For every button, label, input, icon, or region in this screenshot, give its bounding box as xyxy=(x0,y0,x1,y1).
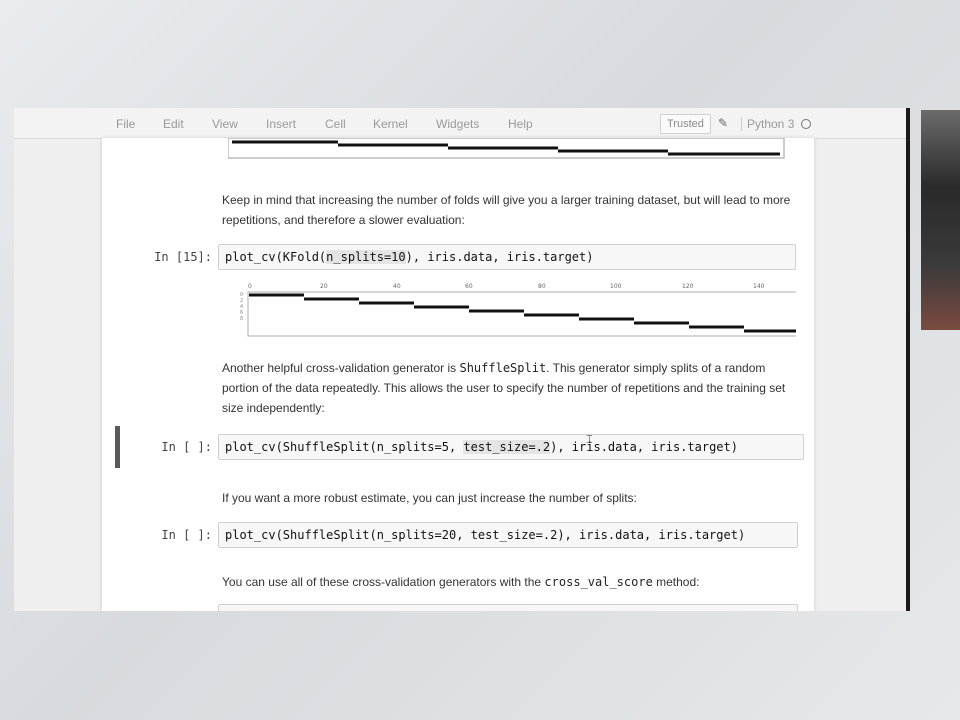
menu-file[interactable]: File xyxy=(116,117,135,131)
code-cell-partial[interactable] xyxy=(218,604,798,611)
code-text: plot_cv(ShuffleSplit(n_splits=5, xyxy=(225,440,464,454)
kernel-name: Python 3 xyxy=(741,117,794,131)
code-highlight: n_splits=10 xyxy=(326,250,406,264)
pencil-icon[interactable]: ✎ xyxy=(718,116,728,130)
tick-label: 60 xyxy=(465,283,473,290)
mouse-cursor-icon: ⌶ xyxy=(586,434,593,446)
kernel-status-icon xyxy=(801,119,811,129)
code-text: plot_cv(KFold( xyxy=(225,250,327,264)
inline-code: cross_val_score xyxy=(544,575,653,589)
notebook-container: Keep in mind that increasing the number … xyxy=(102,138,814,611)
menu-bar: File Edit View Insert Cell Kernel Widget… xyxy=(14,108,910,139)
code-text: ), iris.data, iris.target) xyxy=(405,250,594,264)
cell-prompt: In [ ]: xyxy=(161,528,212,542)
previous-plot xyxy=(228,138,785,159)
cell-prompt: In [ ]: xyxy=(161,440,212,454)
jupyter-window: File Edit View Insert Cell Kernel Widget… xyxy=(14,108,910,611)
svg-text:8: 8 xyxy=(240,316,243,322)
tick-label: 0 xyxy=(248,283,252,290)
tick-label: 140 xyxy=(753,283,765,290)
md-text: method: xyxy=(652,575,700,589)
code-cell-kfold[interactable]: plot_cv(KFold(n_splits=10), iris.data, i… xyxy=(218,244,796,270)
tick-label: 120 xyxy=(682,283,694,290)
tick-label: 20 xyxy=(320,283,328,290)
kfold-plot: 0 20 40 60 80 100 120 140 024 68 xyxy=(240,283,796,337)
code-highlight: test_size=.2 xyxy=(463,440,551,454)
markdown-shufflesplit-note: Another helpful cross-validation generat… xyxy=(222,358,802,418)
tick-label: 80 xyxy=(538,283,546,290)
inline-code: ShuffleSplit xyxy=(459,361,547,375)
menu-insert[interactable]: Insert xyxy=(266,117,296,131)
window-edge xyxy=(906,108,910,611)
menu-widgets[interactable]: Widgets xyxy=(436,117,479,131)
menu-kernel[interactable]: Kernel xyxy=(373,117,408,131)
menu-edit[interactable]: Edit xyxy=(163,117,184,131)
tick-label: 40 xyxy=(393,283,401,290)
menu-view[interactable]: View xyxy=(212,117,238,131)
markdown-cross-val-note: You can use all of these cross-validatio… xyxy=(222,572,802,592)
menu-cell[interactable]: Cell xyxy=(325,117,346,131)
md-text: Another helpful cross-validation generat… xyxy=(222,361,460,375)
side-photo xyxy=(921,110,960,330)
markdown-robust-note: If you want a more robust estimate, you … xyxy=(222,491,637,505)
code-cell-shufflesplit[interactable]: plot_cv(ShuffleSplit(n_splits=5, test_si… xyxy=(218,434,804,460)
code-cell-shufflesplit-20[interactable]: plot_cv(ShuffleSplit(n_splits=20, test_s… xyxy=(218,522,798,548)
markdown-folds-note: Keep in mind that increasing the number … xyxy=(222,193,791,227)
trusted-badge[interactable]: Trusted xyxy=(660,114,711,134)
md-text: You can use all of these cross-validatio… xyxy=(222,575,545,589)
cell-prompt: In [15]: xyxy=(154,250,212,264)
menu-help[interactable]: Help xyxy=(508,117,533,131)
tick-label: 100 xyxy=(610,283,622,290)
code-text: ), iris.data, iris.target) xyxy=(550,440,738,454)
